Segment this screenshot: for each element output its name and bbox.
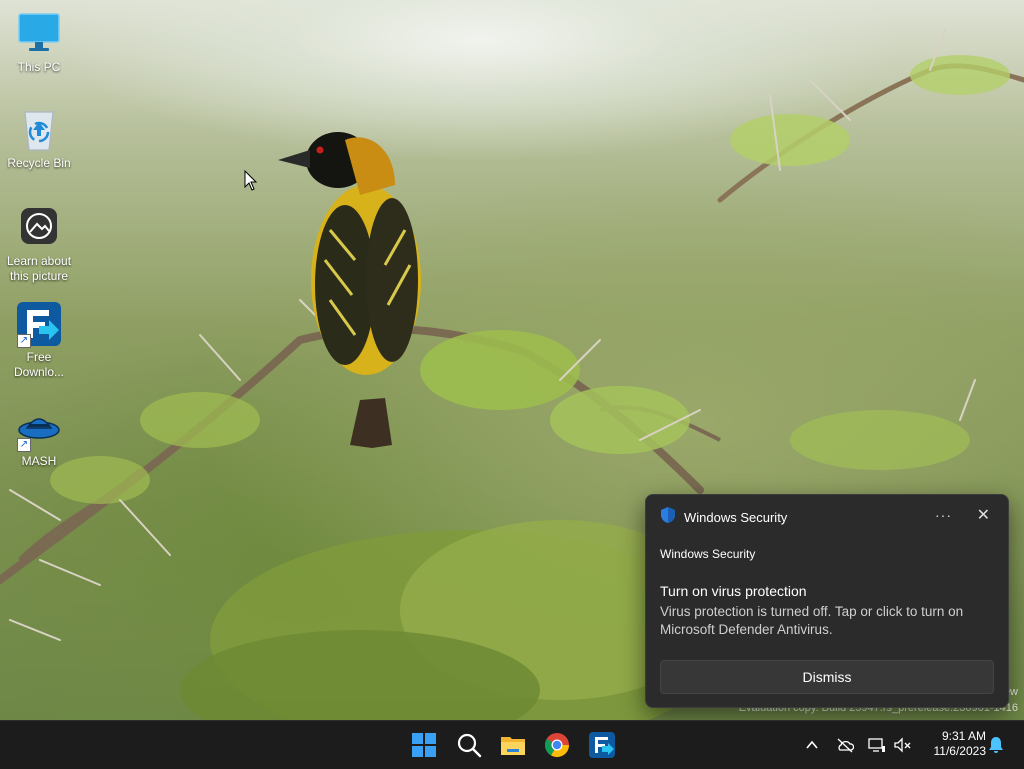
toast-body: Virus protection is turned off. Tap or c… [660, 604, 964, 637]
desktop-icon-label: This PC [17, 60, 61, 74]
onedrive-icon[interactable] [836, 737, 855, 753]
recycle-bin-icon [15, 106, 63, 154]
mash-icon: ↗ [15, 404, 63, 452]
desktop-icon-free-download-manager[interactable]: ↗ Free Downlo... [0, 300, 78, 380]
toast-app-name: Windows Security [684, 509, 788, 525]
network-icon[interactable] [868, 737, 886, 753]
desktop-icon-learn-about-picture[interactable]: Learn about this picture [0, 204, 78, 284]
desktop-icon-label: Free Downlo... [13, 350, 65, 379]
system-clock[interactable]: 9:31 AM 11/6/2023 [920, 729, 987, 759]
taskbar: 9:31 AM 11/6/2023 [0, 720, 1024, 769]
clock-time: 9:31 AM [941, 729, 986, 743]
close-icon[interactable]: ✕ [977, 505, 990, 525]
more-options-icon[interactable]: ··· [935, 507, 952, 523]
desktop-icon-label: Learn about this picture [6, 254, 72, 283]
dismiss-button[interactable]: Dismiss [660, 660, 994, 694]
notification-bell-icon[interactable] [988, 736, 1006, 753]
chevron-up-icon[interactable] [804, 737, 822, 753]
clock-date: 11/6/2023 [933, 744, 987, 758]
toast-header: Windows Security [660, 506, 788, 529]
desktop-icon-label: MASH [21, 454, 57, 468]
chrome-icon[interactable] [543, 731, 571, 759]
camera-icon [15, 204, 63, 252]
weaver-bird [278, 132, 421, 448]
desktop-icon-label: Recycle Bin [7, 156, 71, 170]
free-download-manager-icon: ↗ [15, 300, 63, 348]
shortcut-arrow-icon: ↗ [17, 334, 31, 348]
windows-security-toast[interactable]: Windows Security ··· ✕ Windows Security … [645, 494, 1009, 708]
volume-muted-icon[interactable] [894, 737, 912, 753]
desktop-icon-mash[interactable]: ↗ MASH [0, 404, 78, 469]
desktop-icon-this-pc[interactable]: This PC [0, 10, 78, 75]
monitor-icon [15, 10, 63, 58]
mouse-cursor-icon [244, 169, 258, 196]
desktop-icon-recycle-bin[interactable]: Recycle Bin [0, 106, 78, 171]
start-icon[interactable] [410, 731, 438, 759]
free-download-manager-icon[interactable] [588, 731, 616, 759]
file-explorer-icon[interactable] [499, 731, 527, 759]
toast-title: Turn on virus protection [660, 583, 807, 599]
shortcut-arrow-icon: ↗ [17, 438, 31, 452]
toast-source: Windows Security [660, 547, 756, 561]
search-icon[interactable] [455, 731, 483, 759]
shield-icon [660, 506, 676, 529]
